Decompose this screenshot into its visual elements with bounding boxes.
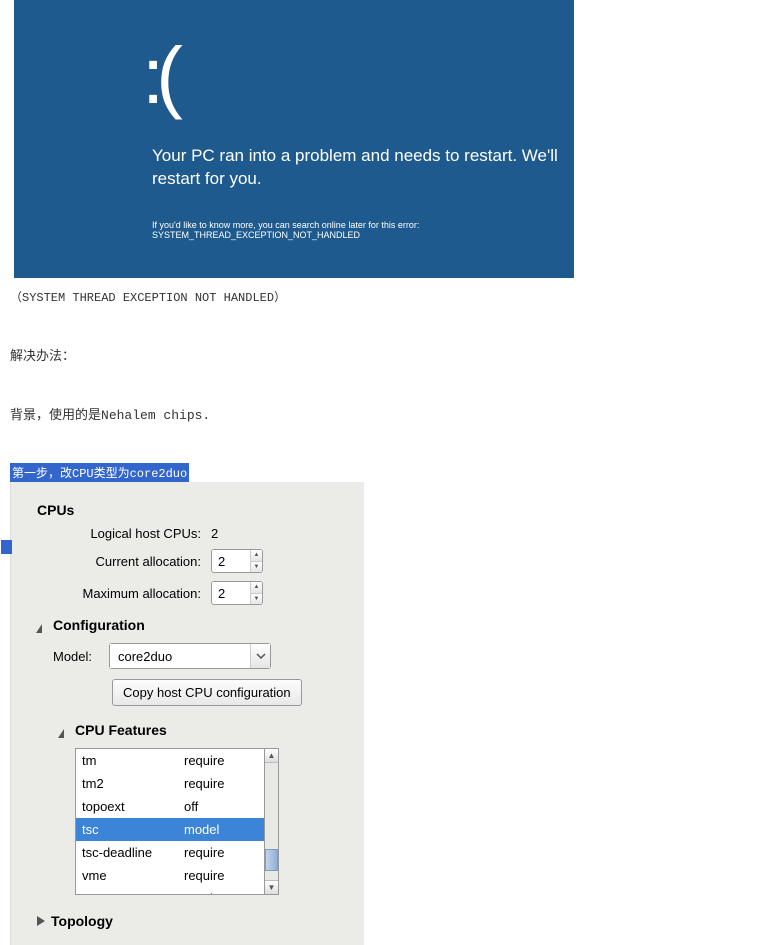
feature-row[interactable]: vmxrequire [76,887,264,895]
configuration-label: Configuration [53,617,145,633]
scrollbar-track[interactable] [265,763,278,880]
background-note: 背景，使用的是Nehalem chips. [10,404,760,423]
feature-row[interactable]: tmrequire [76,749,264,772]
bsod-screenshot: :( Your PC ran into a problem and needs … [14,0,574,278]
topology-header[interactable]: Topology [37,913,350,929]
selection-bar [1,540,12,554]
topology-label: Topology [51,913,113,929]
arrow-up-icon: ▲ [268,752,276,760]
scroll-down-button[interactable]: ▼ [265,880,278,894]
feature-name: tm [82,753,184,768]
feature-row[interactable]: tm2require [76,772,264,795]
spin-down-icon[interactable]: ▼ [251,593,262,604]
current-allocation-spinbox[interactable]: ▲ ▼ [211,549,263,573]
feature-value: require [184,868,258,883]
cpu-features-list[interactable]: tmrequiretm2requiretopoextofftscmodeltsc… [75,748,265,895]
bsod-detail: If you'd like to know more, you can sear… [152,220,572,240]
scroll-up-button[interactable]: ▲ [265,749,278,763]
feature-value: off [184,799,258,814]
feature-row[interactable]: vmerequire [76,864,264,887]
dropdown-button[interactable] [250,644,270,668]
feature-name: vmx [82,891,184,895]
spin-down-icon[interactable]: ▼ [251,561,262,572]
scrollbar-thumb[interactable] [265,849,278,871]
max-allocation-input[interactable] [212,582,250,604]
feature-name: tm2 [82,776,184,791]
logical-cpus-label: Logical host CPUs: [59,526,201,541]
max-allocation-label: Maximum allocation: [59,586,201,601]
current-allocation-input[interactable] [212,550,250,572]
collapse-icon [37,916,45,926]
chevron-down-icon [256,653,266,659]
feature-name: tsc [82,822,184,837]
arrow-down-icon: ▼ [268,884,276,892]
current-allocation-label: Current allocation: [59,554,201,569]
configuration-header[interactable]: Configuration [37,617,350,633]
copy-host-cpu-button[interactable]: Copy host CPU configuration [112,679,302,706]
expand-icon [59,725,69,735]
bsod-face-icon: :( [142,30,175,122]
step1-highlight: 第一步，改CPU类型为core2duo [10,463,189,482]
model-combobox[interactable] [109,643,271,669]
background-chips: Nehalem chips. [101,408,210,423]
expand-icon [37,620,47,630]
feature-name: tsc-deadline [82,845,184,860]
cpu-features-header[interactable]: CPU Features [59,722,350,738]
spin-up-icon[interactable]: ▲ [251,582,262,593]
cpus-title: CPUs [37,502,350,518]
feature-name: topoext [82,799,184,814]
solution-label: 解决办法： [10,345,760,364]
feature-value: require [184,776,258,791]
feature-value: require [184,845,258,860]
feature-row[interactable]: tscmodel [76,818,264,841]
cpu-features-label: CPU Features [75,722,167,738]
spin-up-icon[interactable]: ▲ [251,550,262,561]
model-label: Model: [53,649,99,664]
feature-name: vme [82,868,184,883]
scrollbar[interactable]: ▲ ▼ [265,748,279,895]
feature-row[interactable]: tsc-deadlinerequire [76,841,264,864]
model-input[interactable] [110,644,250,668]
max-allocation-spinbox[interactable]: ▲ ▼ [211,581,263,605]
bsod-message: Your PC ran into a problem and needs to … [152,145,572,191]
cpu-settings-dialog: CPUs Logical host CPUs: 2 Current alloca… [10,482,364,945]
feature-value: require [184,891,258,895]
feature-value: require [184,753,258,768]
logical-cpus-value: 2 [211,526,218,541]
feature-value: model [184,822,258,837]
background-prefix: 背景，使用的是 [10,407,101,422]
feature-row[interactable]: topoextoff [76,795,264,818]
bsod-caption: （SYSTEM THREAD EXCEPTION NOT HANDLED） [10,288,760,305]
